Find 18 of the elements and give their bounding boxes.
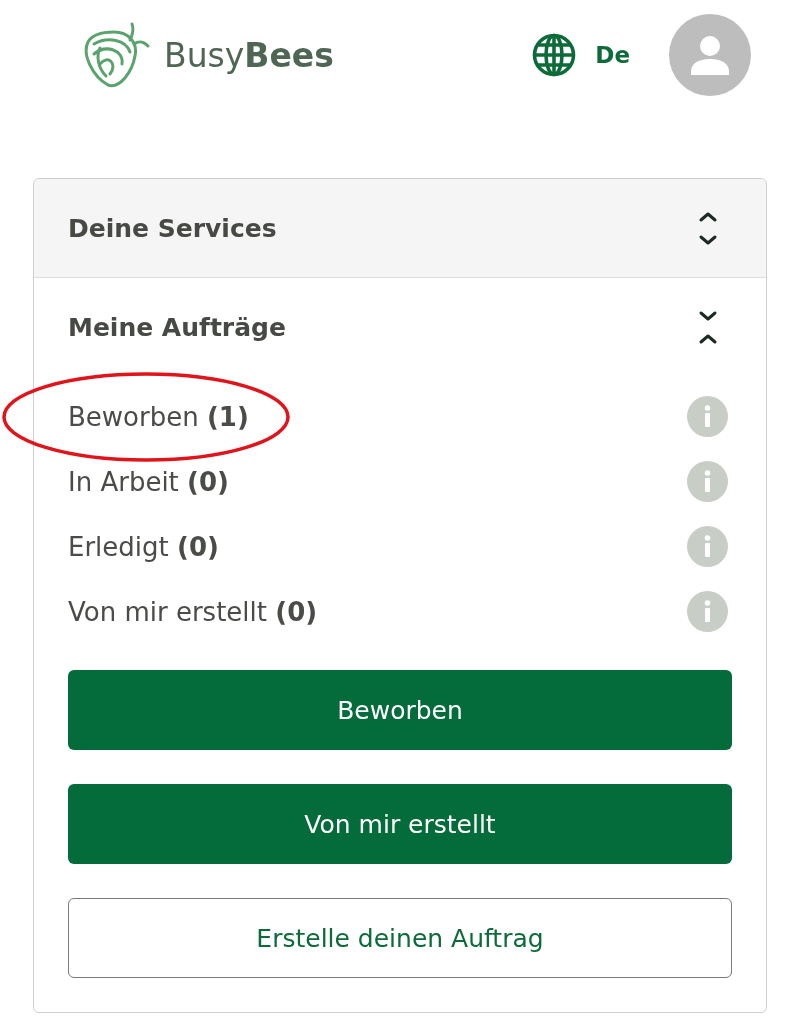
info-icon[interactable] bbox=[687, 396, 728, 437]
status-link[interactable]: Erledigt (0) bbox=[68, 531, 219, 562]
section-title[interactable]: Meine Aufträge bbox=[68, 312, 286, 342]
expand-chevrons-icon[interactable] bbox=[698, 210, 718, 246]
action-button[interactable]: Beworben bbox=[68, 670, 732, 750]
action-button[interactable]: Von mir erstellt bbox=[68, 784, 732, 864]
avatar-icon[interactable] bbox=[669, 14, 751, 96]
info-icon[interactable] bbox=[687, 526, 728, 567]
action-button[interactable]: Erstelle deinen Auftrag bbox=[68, 898, 732, 978]
collapse-chevrons-icon[interactable] bbox=[698, 309, 718, 345]
info-icon[interactable] bbox=[687, 591, 728, 632]
section-title[interactable]: Deine Services bbox=[68, 213, 277, 243]
globe-icon[interactable] bbox=[532, 33, 577, 77]
brand-name: BusyBees bbox=[164, 35, 334, 75]
status-link[interactable]: In Arbeit (0) bbox=[68, 466, 229, 497]
language-link[interactable]: De bbox=[595, 42, 630, 68]
info-icon[interactable] bbox=[687, 461, 728, 502]
status-link[interactable]: Von mir erstellt (0) bbox=[68, 596, 318, 627]
